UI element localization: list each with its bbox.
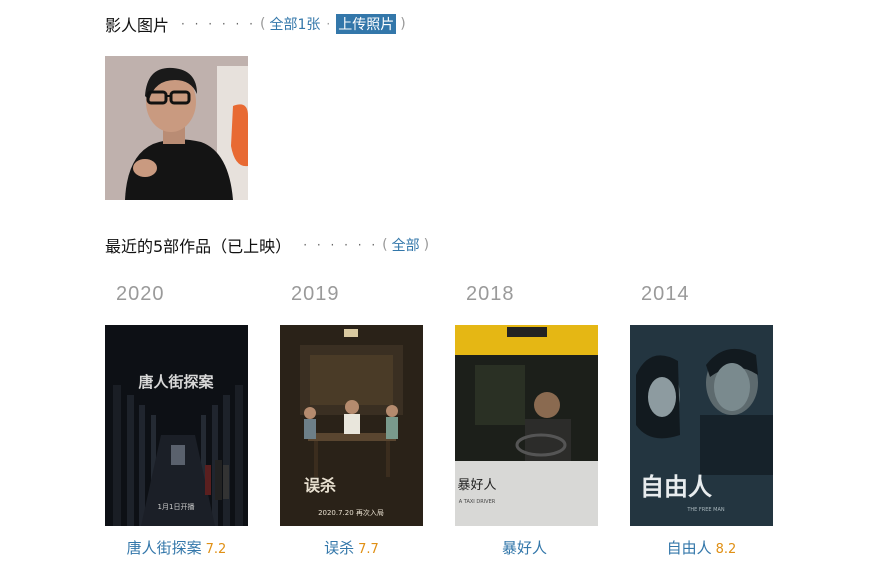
work-rating: 8.2 — [715, 542, 737, 557]
work-caption: 误杀 7.7 — [280, 537, 423, 558]
work-caption: 唐人街探案 7.2 — [105, 537, 248, 558]
photos-section-header: 影人图片 · · · · · · ( 全部1张 · 上传照片 ) — [105, 12, 410, 36]
work-rating: 7.2 — [205, 542, 227, 557]
poster-title-text: 误杀 — [304, 476, 336, 495]
poster-subtext: 1月1日开播 — [158, 502, 195, 511]
work-item: 2018 暴好人 A TAXI DRIVER 暴好人 — [455, 282, 598, 558]
poster-title-text: 暴好人 — [457, 478, 496, 493]
photos-section-title: 影人图片 — [105, 16, 170, 35]
close-paren: ) — [400, 16, 406, 32]
work-year: 2020 — [116, 283, 165, 305]
open-paren: ( — [382, 237, 388, 253]
photos-section-dots: · · · · · · — [181, 17, 256, 31]
works-section-dots: · · · · · · — [303, 238, 379, 252]
work-rating: 7.7 — [358, 542, 379, 557]
work-item: 2019 误杀 2020.7.20 再次入局 误杀 7.7 — [280, 282, 423, 558]
open-paren: ( — [259, 16, 266, 32]
all-photos-link[interactable]: 全部1张 — [269, 14, 320, 34]
work-item: 2020 唐人街探案 1月1日开播 唐人街探案 7.2 — [105, 282, 248, 558]
work-poster[interactable]: 自由人 THE FREE MAN — [630, 325, 773, 526]
celebrity-photo[interactable] — [105, 56, 248, 200]
poster-title-text: 自由人 — [640, 473, 712, 501]
poster-subtext: A TAXI DRIVER — [459, 499, 496, 505]
work-poster[interactable]: 唐人街探案 1月1日开播 — [105, 325, 248, 526]
work-title-link[interactable]: 暴好人 — [502, 539, 547, 557]
poster-title-text: 唐人街探案 — [138, 373, 214, 391]
all-works-link[interactable]: 全部 — [392, 235, 420, 255]
work-poster[interactable]: 暴好人 A TAXI DRIVER — [455, 325, 598, 526]
works-section-title: 最近的5部作品（已上映） — [105, 237, 292, 256]
work-title-link[interactable]: 误杀 — [324, 539, 354, 557]
work-poster[interactable]: 误杀 2020.7.20 再次入局 — [280, 325, 423, 526]
work-title-link[interactable]: 自由人 — [667, 539, 712, 557]
work-title-link[interactable]: 唐人街探案 — [127, 539, 202, 557]
celebrity-page: 影人图片 · · · · · · ( 全部1张 · 上传照片 ) 最近的5部作品… — [0, 0, 889, 565]
close-paren: ) — [423, 237, 430, 253]
work-caption: 自由人 8.2 — [630, 537, 773, 558]
poster-subtext: 2020.7.20 再次入局 — [318, 508, 384, 517]
work-year: 2019 — [291, 283, 340, 305]
link-separator: · — [326, 17, 331, 31]
work-year: 2018 — [466, 283, 515, 305]
work-caption: 暴好人 — [455, 537, 598, 558]
work-year: 2014 — [641, 283, 690, 305]
works-section-header: 最近的5部作品（已上映） · · · · · · ( 全部 ) — [105, 233, 433, 257]
work-item: 2014 自由人 THE FREE MAN 自由人 8.2 — [630, 282, 773, 558]
poster-subtext: THE FREE MAN — [686, 507, 725, 513]
upload-photo-link[interactable]: 上传照片 — [336, 14, 397, 34]
